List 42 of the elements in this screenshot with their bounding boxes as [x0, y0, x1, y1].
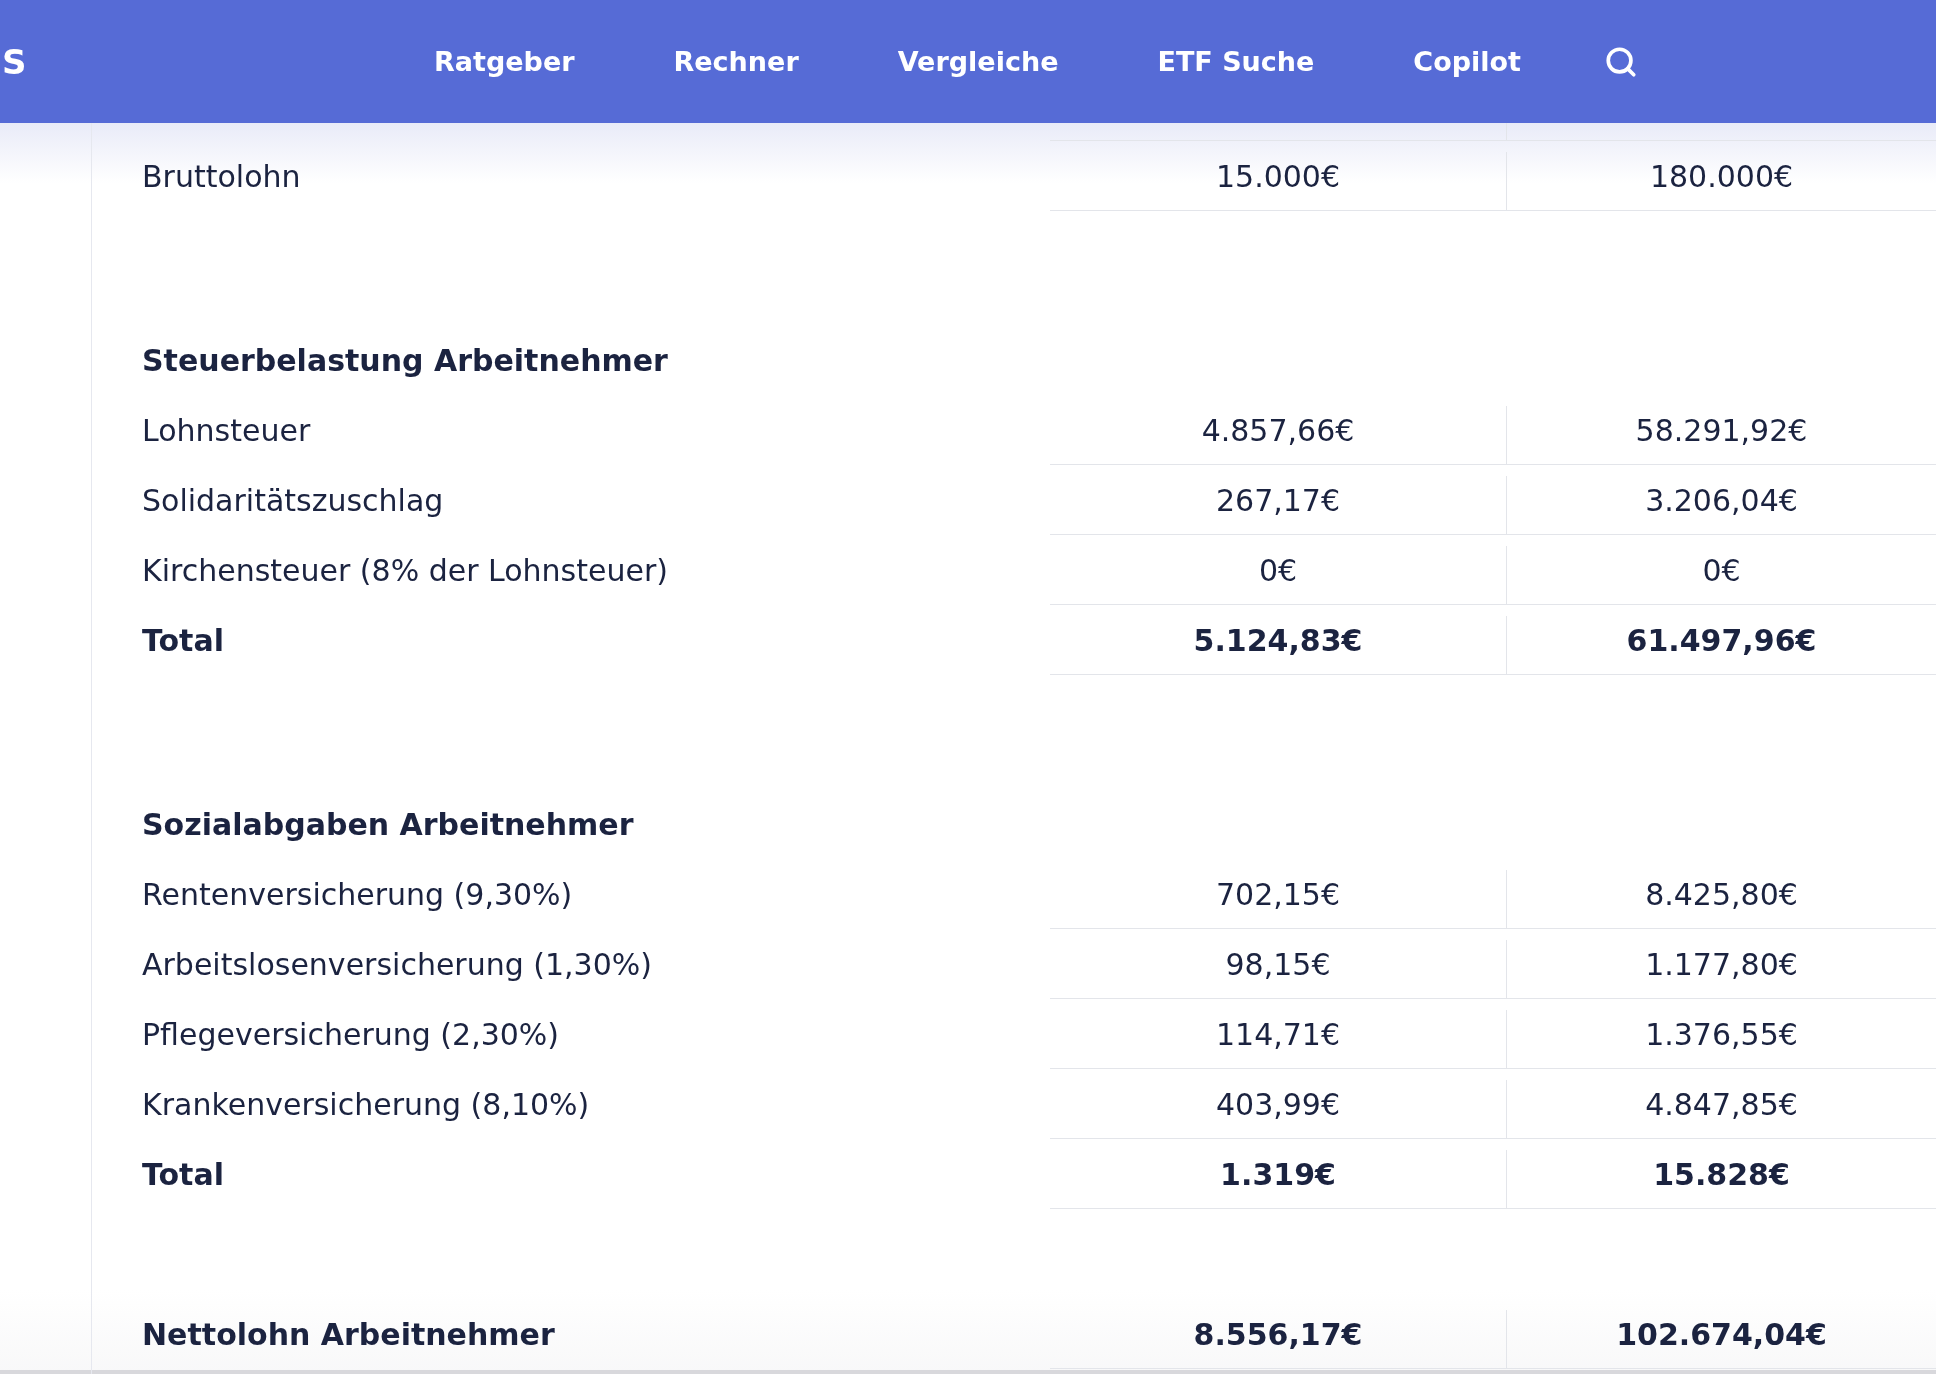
row-label: Rentenversicherung (9,30%)	[142, 876, 574, 912]
monthly-value: 98,15€	[1225, 946, 1331, 982]
row-label: Krankenversicherung (8,10%)	[142, 1086, 591, 1122]
yearly-value: 1.376,55€	[1645, 1016, 1798, 1052]
nav-link[interactable]: Copilot	[1413, 46, 1522, 77]
yearly-value: 0€	[1702, 552, 1741, 588]
yearly-value: 4.847,85€	[1645, 1086, 1798, 1122]
row-label: Nettolohn Arbeitnehmer	[142, 1316, 556, 1352]
yearly-value: 61.497,96€	[1626, 622, 1817, 658]
row-label: Kirchensteuer (8% der Lohnsteuer)	[142, 552, 669, 588]
row-label: Total	[142, 622, 225, 658]
monthly-value: 1.319€	[1220, 1156, 1336, 1192]
monthly-value: 403,99€	[1215, 1086, 1341, 1122]
row-label: Arbeitslosenversicherung (1,30%)	[142, 946, 653, 982]
nav-link[interactable]: Vergleiche	[897, 46, 1059, 77]
section-heading: Sozialabgaben Arbeitnehmer	[142, 806, 634, 842]
nav-link[interactable]: ETF Suche	[1157, 46, 1315, 77]
nav-link[interactable]: Rechner	[673, 46, 799, 77]
monthly-value: 15.000€	[1215, 158, 1341, 194]
yearly-value: 102.674,04€	[1616, 1316, 1827, 1352]
logo-text[interactable]: S	[2, 41, 28, 82]
monthly-value: 267,17€	[1215, 482, 1341, 518]
row-label: Solidaritätszuschlag	[142, 482, 445, 518]
row-label: Lohnsteuer	[142, 412, 312, 448]
monthly-value: 5.124,83€	[1193, 622, 1363, 658]
yearly-value: 58.291,92€	[1635, 412, 1808, 448]
monthly-value: 4.857,66€	[1201, 412, 1355, 448]
yearly-value: 3.206,04€	[1645, 482, 1798, 518]
yearly-value: 15.828€	[1653, 1156, 1790, 1192]
monthly-value: 702,15€	[1215, 876, 1341, 912]
monthly-value: 114,71€	[1215, 1016, 1341, 1052]
row-label: Bruttolohn	[142, 158, 302, 194]
nav-link[interactable]: Ratgeber	[434, 46, 575, 77]
yearly-value: 180.000€	[1649, 158, 1794, 194]
yearly-value: 1.177,80€	[1645, 946, 1798, 982]
row-label: Pflegeversicherung (2,30%)	[142, 1016, 561, 1052]
row-label: Total	[142, 1156, 225, 1192]
section-heading: Steuerbelastung Arbeitnehmer	[142, 342, 668, 378]
monthly-value: 0€	[1258, 552, 1298, 588]
monthly-value: 8.556,17€	[1193, 1316, 1363, 1352]
yearly-value: 8.425,80€	[1645, 876, 1798, 912]
search-icon[interactable]	[1604, 44, 1639, 79]
